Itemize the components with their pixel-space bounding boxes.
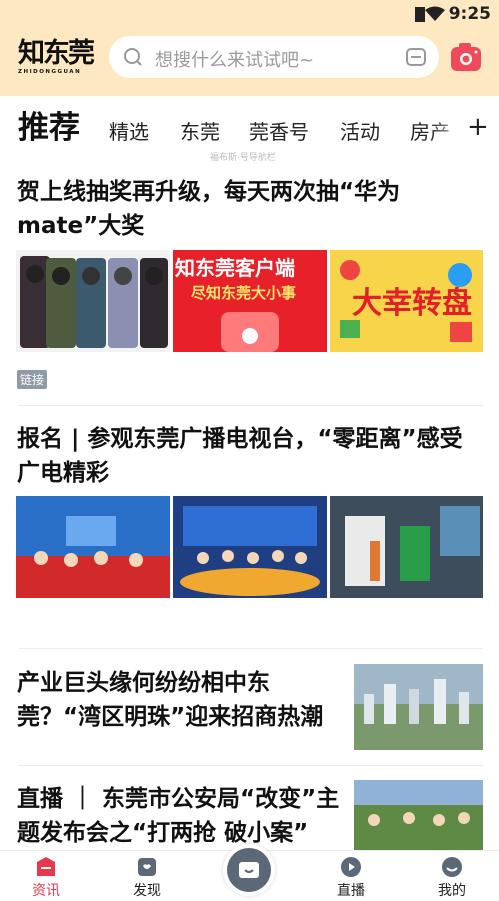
scan-icon[interactable] — [405, 47, 427, 67]
tab-selected[interactable]: 精选 — [109, 116, 149, 145]
cyclists-illustration — [354, 780, 483, 850]
nav-discover[interactable]: 发现 — [112, 851, 182, 901]
battery-icon — [415, 7, 425, 22]
title-line: mate”大奖 — [17, 213, 145, 239]
article-image-city-aerial[interactable] — [354, 664, 483, 750]
article-image-phones[interactable] — [16, 250, 170, 352]
add-tab-button[interactable]: + — [461, 96, 499, 154]
logo-text: 知东莞 — [18, 38, 95, 69]
article-image-newsroom-group[interactable] — [173, 496, 327, 598]
search-bar[interactable]: 想搜什么来试试吧~ — [109, 36, 439, 78]
plus-icon: + — [467, 112, 489, 142]
app-logo: 知东莞 ZHIDONGGUAN — [18, 40, 98, 80]
live-icon — [341, 857, 361, 877]
divider — [18, 648, 483, 649]
title-line: 广电精彩 — [17, 460, 109, 486]
divider — [18, 405, 483, 406]
top-bar: 知东莞 ZHIDONGGUAN 想搜什么来试试吧~ — [0, 28, 499, 96]
link-tag: 链接 — [17, 370, 48, 389]
logo-subtext: ZHIDONGGUAN — [18, 69, 82, 75]
title-line: 莞？“湾区明珠”迎来招商热潮 — [17, 704, 324, 730]
article-image-cyclists[interactable] — [354, 780, 483, 850]
discover-icon — [138, 858, 156, 876]
article-title[interactable]: 直播 ｜ 东莞市公安局“改变”主 题发布会之“打两抢 破小案” — [17, 782, 339, 850]
nav-center-button[interactable] — [223, 844, 275, 896]
nav-live-label: 直播 — [337, 883, 365, 899]
bottom-navigation: 资讯 发现 直播 我的 — [0, 844, 499, 901]
status-bar: 9:25 — [0, 0, 499, 28]
status-time: 9:25 — [448, 4, 491, 24]
nav-discover-label: 发现 — [133, 883, 161, 899]
news-icon — [37, 857, 55, 876]
wheel-line2: 转盘 — [412, 286, 472, 321]
article-image-lucky-wheel[interactable]: 大幸转盘 — [330, 250, 483, 352]
title-line: 题发布会之“打两抢 破小案” — [17, 820, 309, 846]
promo-title: 知东莞客户端 — [175, 256, 295, 280]
promo-subtitle: 尽知东莞大小事 — [191, 284, 297, 302]
nav-mine-label: 我的 — [438, 883, 466, 899]
article-title[interactable]: 贺上线抽奖再升级，每天两次抽“华为 mate”大奖 — [17, 175, 400, 243]
nav-news-label: 资讯 — [32, 883, 60, 899]
center-button-inner — [227, 848, 271, 892]
camera-icon[interactable] — [450, 42, 482, 72]
newsroom-illustration — [173, 496, 327, 598]
tab-activity[interactable]: 活动 — [340, 116, 380, 145]
wifi-icon — [425, 6, 445, 21]
article-title[interactable]: 产业巨头缘何纷纷相中东 莞？“湾区明珠”迎来招商热潮 — [17, 666, 323, 734]
article-image-studio-kids[interactable] — [16, 496, 170, 598]
divider — [18, 765, 483, 766]
nav-news[interactable]: 资讯 — [11, 851, 81, 901]
article-title[interactable]: 报名 | 参观东莞广播电视台，“零距离”感受 广电精彩 — [17, 422, 463, 490]
tab-dongguan[interactable]: 东莞 — [180, 116, 220, 145]
faint-caption: 福布斯·号导航栏 — [210, 153, 276, 163]
phones-illustration — [20, 256, 168, 348]
nav-live[interactable]: 直播 — [316, 851, 386, 901]
profile-icon — [442, 857, 462, 877]
title-line: 产业巨头缘何纷纷相中东 — [17, 670, 270, 696]
tab-guanxiang[interactable]: 莞香号 — [249, 116, 309, 145]
search-placeholder: 想搜什么来试试吧~ — [155, 50, 315, 71]
wheel-text: 大幸转盘 — [352, 278, 472, 322]
studio-illustration — [16, 496, 170, 598]
category-tabs: 推荐 精选 东莞 莞香号 活动 房产 + — [0, 96, 499, 154]
title-line: 直播 ｜ 东莞市公安局“改变”主 — [17, 786, 340, 812]
exhibit-illustration — [330, 496, 483, 598]
article-image-exhibit-hall[interactable] — [330, 496, 483, 598]
city-illustration — [354, 664, 483, 750]
search-icon — [124, 48, 142, 66]
article-image-client-promo[interactable]: 知东莞客户端 尽知东莞大小事 — [173, 250, 327, 352]
video-icon — [239, 862, 259, 878]
wheel-line1: 大幸 — [352, 286, 412, 321]
title-line: 贺上线抽奖再升级，每天两次抽“华为 — [17, 179, 401, 205]
nav-mine[interactable]: 我的 — [417, 851, 487, 901]
title-line: 报名 | 参观东莞广播电视台，“零距离”感受 — [17, 426, 463, 452]
tab-recommend[interactable]: 推荐 — [18, 102, 80, 147]
